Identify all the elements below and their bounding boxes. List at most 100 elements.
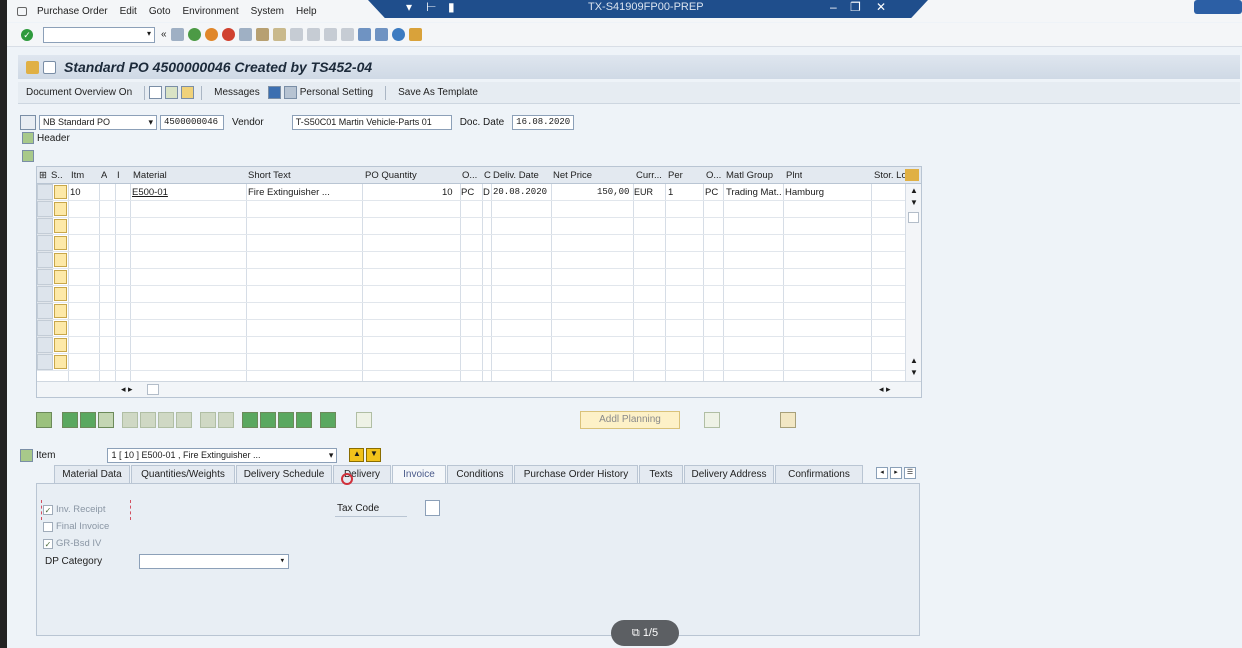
cell-currency[interactable]: EUR [634,187,653,197]
cell-short-text[interactable]: Fire Extinguisher ... [248,187,330,198]
cell-order-unit[interactable]: PC [461,187,474,198]
last-page-icon[interactable] [340,28,354,41]
tab-list-icon[interactable]: ☰ [904,467,916,479]
filter-icon[interactable] [260,412,276,428]
col-po-quantity[interactable]: PO Quantity [365,170,417,181]
next-item-icon[interactable]: ▼ [366,448,382,462]
cell-po-quantity[interactable]: 10 [442,187,453,198]
item-dropdown[interactable]: 1 [ 10 ] E500-01 , Fire Extinguisher ...… [107,447,338,463]
col-order-unit[interactable]: O... [462,170,477,181]
new-session-icon[interactable] [357,28,371,41]
chevron-down-icon[interactable]: ▾ [147,29,151,38]
row-selector[interactable] [37,184,53,200]
cell-matl-group[interactable]: Trading Mat.. [726,187,782,198]
minimize-icon[interactable]: – [830,0,837,14]
export-icon[interactable] [218,412,234,428]
messages-button[interactable]: Messages [214,87,260,98]
status-cell[interactable] [54,304,67,318]
status-cell[interactable] [54,202,67,216]
tab-scroll-left-icon[interactable]: ◂ [876,467,888,479]
tab-delivery-address[interactable]: Delivery Address [684,465,774,484]
scroll-left-right-icon[interactable]: ◂ ▸ [121,384,133,395]
col-matl-group[interactable]: Matl Group [726,170,773,181]
other-po-icon[interactable] [181,86,195,99]
checkbox-unchecked-icon[interactable] [43,521,53,532]
save-as-template-button[interactable]: Save As Template [398,87,478,98]
status-cell[interactable] [54,185,67,199]
add-row-icon[interactable] [62,412,78,428]
help-icon[interactable] [391,28,405,41]
more-icon[interactable] [356,412,372,428]
cart-icon[interactable] [20,114,36,130]
dp-category-select[interactable]: ▾ [139,554,289,569]
dropdown-arrow-icon[interactable]: ▾ [406,0,412,14]
row-selector[interactable] [37,354,53,370]
col-status[interactable]: S.. [51,170,63,181]
print-preview-icon[interactable] [200,412,216,428]
document-icon[interactable] [26,60,39,74]
status-cell[interactable] [54,338,67,352]
display-change-icon[interactable] [165,86,179,99]
layout-icon[interactable] [408,28,422,41]
expand-header-icon[interactable] [22,132,34,144]
col-net-price[interactable]: Net Price [553,170,592,181]
scroll-up-icon[interactable]: ▲ [910,186,918,195]
collapse-icon[interactable]: « [161,29,167,40]
doc-date-field[interactable]: 16.08.2020 [512,114,575,130]
tab-conditions[interactable]: Conditions [447,465,513,484]
vendor-field[interactable]: T-S50C01 Martin Vehicle-Parts 01 [291,114,452,130]
document-overview-button[interactable]: Document Overview On [26,87,132,98]
menu-goto[interactable]: Goto [149,6,171,17]
row-selector[interactable] [37,201,53,217]
cell-item[interactable]: 10 [70,187,81,198]
po-number-field[interactable]: 4500000046 [160,114,224,130]
row-selector[interactable] [37,337,53,353]
menu-help[interactable]: Help [296,6,317,17]
menu-environment[interactable]: Environment [183,6,239,17]
cell-delivery-date[interactable]: 20.08.2020 [493,187,547,197]
cell-net-price[interactable]: 150,00 [597,187,629,197]
chevron-down-icon[interactable]: ▾ [329,450,334,461]
chevron-down-icon[interactable]: ▾ [280,556,285,566]
cancel-icon[interactable] [221,28,235,41]
final-invoice-checkbox[interactable]: Final Invoice [43,521,109,532]
tab-purchase-order-history[interactable]: Purchase Order History [514,465,638,484]
status-cell[interactable] [54,355,67,369]
scroll-left-right-icon[interactable]: ◂ ▸ [879,384,891,395]
export-item-icon[interactable] [780,412,796,428]
addl-planning-button[interactable]: Addl Planning [580,411,680,429]
tab-texts[interactable]: Texts [639,465,683,484]
app-menu-icon[interactable] [17,6,27,16]
planning-icon[interactable] [704,412,720,428]
pin-icon[interactable]: ⊢ [426,0,436,14]
default-values-icon[interactable] [320,412,336,428]
menu-system[interactable]: System [251,6,284,17]
cell-date-category[interactable]: D [483,187,490,198]
find-next-icon[interactable] [272,28,286,41]
col-storage-location[interactable]: Stor. Lo [874,170,907,181]
cell-material[interactable]: E500-01 [132,187,168,198]
new-document-icon[interactable] [149,86,163,99]
gr-bsd-iv-checkbox[interactable]: ✓ GR-Bsd IV [43,538,101,549]
row-selector[interactable] [37,235,53,251]
menu-edit[interactable]: Edit [120,6,137,17]
col-item-category[interactable]: I [117,170,120,181]
tab-quantities-weights[interactable]: Quantities/Weights [131,465,235,484]
exit-icon[interactable] [204,28,218,41]
sort-desc-icon[interactable] [278,412,294,428]
lock-icon[interactable] [158,412,174,428]
sort-asc-icon[interactable] [242,412,258,428]
personal-setting-button[interactable]: Personal Setting [300,87,373,98]
status-cell[interactable] [54,321,67,335]
scroll-thumb[interactable] [908,212,919,223]
info-icon[interactable] [267,86,281,99]
status-cell[interactable] [54,236,67,250]
header-toggle[interactable]: Header [22,132,70,144]
previous-item-icon[interactable]: ▲ [349,448,365,462]
tab-scroll-right-icon[interactable]: ▸ [890,467,902,479]
row-selector[interactable] [37,286,53,302]
tab-confirmations[interactable]: Confirmations [775,465,863,484]
delete-row-icon[interactable] [98,412,114,428]
details-icon[interactable] [36,412,52,428]
hscroll-thumb[interactable] [147,384,159,395]
